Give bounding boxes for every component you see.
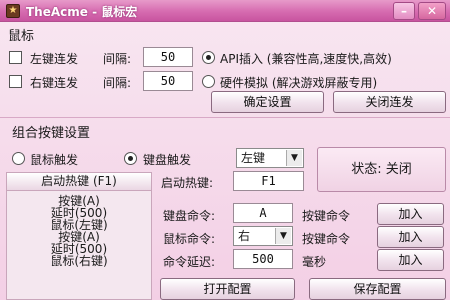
confirm-settings-button[interactable]: 确定设置 [211, 91, 324, 113]
title-bar[interactable]: ★ TheAcme - 鼠标宏 – ✕ [0, 0, 450, 22]
trigger-keyboard-label: 键盘触发 [143, 153, 192, 167]
trigger-mouse-label: 鼠标触发 [30, 153, 79, 167]
mode-api-radio[interactable] [202, 51, 215, 64]
left-interval-label: 间隔: [103, 52, 132, 66]
left-click-repeat-checkbox[interactable] [9, 51, 22, 64]
window-title: TheAcme - 鼠标宏 [26, 5, 138, 19]
combo-section-title: 组合按键设置 [12, 126, 91, 141]
keyboard-command-input[interactable]: A [233, 203, 293, 223]
mouse-command-select[interactable]: 右 ▼ [233, 226, 293, 246]
hotkey-label: 启动热键: [161, 176, 214, 190]
button-select-value: 左键 [241, 151, 266, 165]
trigger-mouse-radio[interactable] [12, 152, 25, 165]
mouse-command-label: 鼠标命令: [163, 232, 216, 246]
minimize-button[interactable]: – [393, 2, 415, 20]
add-delay-button[interactable]: 加入 [377, 249, 444, 271]
mode-hardware-label: 硬件模拟 (解决游戏屏蔽专用) [220, 76, 378, 90]
section-divider [0, 117, 450, 118]
add-mouse-command-button[interactable]: 加入 [377, 226, 444, 248]
start-hotkey-header[interactable]: 启动热键 (F1) [7, 173, 151, 191]
trigger-keyboard-radio[interactable] [124, 152, 137, 165]
app-window: ★ TheAcme - 鼠标宏 – ✕ 鼠标 左键连发 间隔: 50 右键连发 … [0, 0, 450, 300]
right-click-repeat-label: 右键连发 [30, 76, 79, 90]
mode-api-label: API插入 (兼容性高,速度快,高效) [220, 52, 392, 66]
delay-input[interactable]: 500 [233, 249, 293, 269]
mouse-section-title: 鼠标 [8, 29, 35, 44]
key-command-label-2: 按键命令 [302, 232, 351, 246]
delay-unit-label: 毫秒 [302, 255, 327, 269]
dropdown-arrow-icon: ▼ [275, 228, 291, 244]
key-command-label-1: 按键命令 [302, 209, 351, 223]
delay-label: 命令延迟: [163, 255, 216, 269]
status-indicator: 状态: 关闭 [317, 147, 446, 192]
keyboard-command-label: 键盘命令: [163, 209, 216, 223]
open-config-button[interactable]: 打开配置 [160, 278, 295, 300]
command-list: 按键(A) 延时(500) 鼠标(左键) 按键(A) 延时(500) 鼠标(右键… [7, 191, 151, 267]
left-click-repeat-label: 左键连发 [30, 52, 79, 66]
app-logo-icon: ★ [6, 4, 20, 18]
right-interval-label: 间隔: [103, 76, 132, 90]
mode-hardware-radio[interactable] [202, 75, 215, 88]
close-button[interactable]: ✕ [418, 2, 446, 20]
button-select[interactable]: 左键 ▼ [236, 148, 304, 168]
close-repeat-button[interactable]: 关闭连发 [333, 91, 446, 113]
left-interval-input[interactable]: 50 [143, 47, 193, 67]
save-config-button[interactable]: 保存配置 [309, 278, 446, 300]
mouse-command-value: 右 [238, 229, 251, 243]
right-click-repeat-checkbox[interactable] [9, 75, 22, 88]
hotkey-input[interactable]: F1 [233, 171, 304, 191]
add-keyboard-command-button[interactable]: 加入 [377, 203, 444, 225]
dropdown-arrow-icon: ▼ [286, 150, 302, 166]
list-item[interactable]: 鼠标(右键) [7, 255, 151, 267]
command-list-panel[interactable]: 启动热键 (F1) 按键(A) 延时(500) 鼠标(左键) 按键(A) 延时(… [6, 172, 152, 300]
right-interval-input[interactable]: 50 [143, 71, 193, 91]
